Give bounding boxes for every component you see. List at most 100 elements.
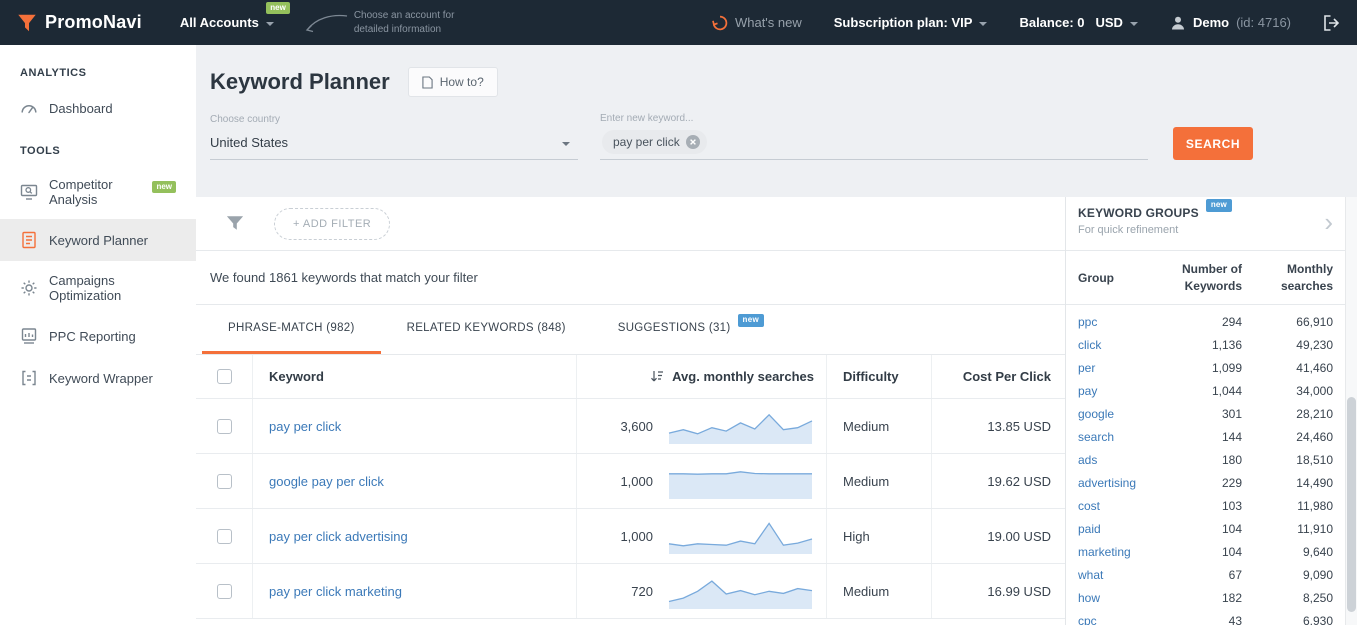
sidebar-item-label: Keyword Planner <box>49 233 148 248</box>
group-row: search 144 24,460 <box>1066 425 1345 448</box>
subscription-dropdown[interactable]: Subscription plan: VIP <box>834 15 988 30</box>
search-button[interactable]: SEARCH <box>1173 127 1253 160</box>
chip-remove-icon[interactable] <box>686 135 700 149</box>
tab-phrase-match[interactable]: PHRASE-MATCH (982) <box>202 305 381 354</box>
group-link[interactable]: ppc <box>1078 315 1154 329</box>
logo[interactable]: PromoNavi <box>16 12 142 34</box>
keyword-link[interactable]: google pay per click <box>269 474 384 489</box>
group-row: paid 104 11,910 <box>1066 517 1345 540</box>
tab-suggestions[interactable]: SUGGESTIONS (31) new <box>592 305 790 354</box>
keyword-link[interactable]: pay per click <box>269 419 341 434</box>
group-link[interactable]: paid <box>1078 522 1154 536</box>
user-menu[interactable]: Demo (id: 4716) <box>1170 15 1291 31</box>
curved-arrow-icon <box>304 12 348 34</box>
group-link[interactable]: ads <box>1078 453 1154 467</box>
sidebar-item-keyword-wrapper[interactable]: Keyword Wrapper <box>0 357 196 399</box>
account-hint-text-2: detailed information <box>354 23 455 37</box>
keyword-groups-header[interactable]: KEYWORD GROUPS new For quick refinement … <box>1066 197 1345 251</box>
select-all-checkbox[interactable] <box>217 369 232 384</box>
whats-new-icon <box>712 15 728 31</box>
account-hint-text-1: Choose an account for <box>354 9 455 23</box>
scrollbar-thumb[interactable] <box>1347 397 1356 612</box>
whats-new-link[interactable]: What's new <box>712 15 802 31</box>
scrollbar[interactable] <box>1345 197 1357 625</box>
sidebar-item-dashboard[interactable]: Dashboard <box>0 87 196 129</box>
country-select[interactable]: Choose country United States <box>210 114 578 160</box>
how-to-button[interactable]: How to? <box>408 67 498 97</box>
group-monthly-searches: 18,510 <box>1242 453 1333 467</box>
column-header-keyword[interactable]: Keyword <box>253 355 577 398</box>
group-keywords-count: 294 <box>1154 315 1242 329</box>
group-keywords-count: 43 <box>1154 614 1242 625</box>
column-header-cpc[interactable]: Cost Per Click <box>932 355 1065 398</box>
add-filter-button[interactable]: + ADD FILTER <box>274 208 390 240</box>
chevron-right-icon[interactable]: › <box>1324 208 1333 234</box>
group-link[interactable]: click <box>1078 338 1154 352</box>
group-monthly-searches: 9,090 <box>1242 568 1333 582</box>
row-checkbox[interactable] <box>217 419 232 434</box>
group-keywords-count: 144 <box>1154 430 1242 444</box>
results-panel: + ADD FILTER We found 1861 keywords that… <box>196 197 1065 625</box>
groups-table-header: Group Number of Keywords Monthly searche… <box>1066 251 1345 305</box>
group-row: cost 103 11,980 <box>1066 494 1345 517</box>
group-link[interactable]: advertising <box>1078 476 1154 490</box>
group-link[interactable]: cost <box>1078 499 1154 513</box>
accounts-label: All Accounts <box>180 15 259 30</box>
group-keywords-count: 103 <box>1154 499 1242 513</box>
keyword-link[interactable]: pay per click marketing <box>269 584 402 599</box>
group-keywords-count: 1,044 <box>1154 384 1242 398</box>
sort-icon[interactable] <box>650 370 664 383</box>
group-link[interactable]: how <box>1078 591 1154 605</box>
logout-button[interactable] <box>1323 15 1341 31</box>
group-link[interactable]: cpc <box>1078 614 1154 625</box>
keyword-input[interactable]: Enter new keyword... pay per click <box>600 113 1148 160</box>
keyword-groups-title: KEYWORD GROUPS <box>1078 206 1199 220</box>
sidebar-item-campaigns-optimization[interactable]: Campaigns Optimization <box>0 261 196 315</box>
keyword-link[interactable]: pay per click advertising <box>269 529 408 544</box>
groups-column-keywords: Number of Keywords <box>1154 261 1242 293</box>
table-row: pay per click 3,600 Medium 13.85 USD <box>196 399 1065 454</box>
row-checkbox[interactable] <box>217 584 232 599</box>
column-header-difficulty[interactable]: Difficulty <box>827 355 932 398</box>
trend-sparkline-chart <box>667 571 814 611</box>
group-monthly-searches: 6,930 <box>1242 614 1333 625</box>
sidebar-item-competitor-analysis[interactable]: Competitor Analysis new <box>0 165 196 219</box>
column-header-searches[interactable]: Avg. monthly searches <box>577 355 827 398</box>
tab-label: RELATED KEYWORDS (848) <box>407 322 566 334</box>
sidebar-item-ppc-reporting[interactable]: PPC Reporting <box>0 315 196 357</box>
group-row: marketing 104 9,640 <box>1066 540 1345 563</box>
trend-sparkline-chart <box>667 461 814 501</box>
table-row: google pay per click 1,000 Medium 19.62 … <box>196 454 1065 509</box>
tab-related-keywords[interactable]: RELATED KEYWORDS (848) <box>381 305 592 354</box>
results-count-bar: We found 1861 keywords that match your f… <box>196 251 1065 305</box>
sidebar-section-analytics: ANALYTICS <box>0 51 196 87</box>
group-keywords-count: 104 <box>1154 522 1242 536</box>
promonavi-logo-icon <box>16 12 38 34</box>
trend-sparkline-chart <box>667 406 814 446</box>
country-selected-value: United States <box>210 135 288 150</box>
group-link[interactable]: google <box>1078 407 1154 421</box>
accounts-dropdown[interactable]: All Accounts new <box>180 15 274 30</box>
dashboard-icon <box>20 99 38 117</box>
app-window: PromoNavi All Accounts new Choose an acc… <box>0 0 1357 625</box>
row-checkbox[interactable] <box>217 529 232 544</box>
group-monthly-searches: 28,210 <box>1242 407 1333 421</box>
groups-column-group: Group <box>1078 271 1154 285</box>
difficulty-value: Medium <box>827 564 932 618</box>
group-link[interactable]: per <box>1078 361 1154 375</box>
column-header-searches-label: Avg. monthly searches <box>672 369 814 384</box>
keyword-chip-text: pay per click <box>613 135 680 149</box>
main-content: Keyword Planner How to? Choose country U… <box>196 45 1357 625</box>
cpc-value: 19.62 USD <box>932 454 1065 508</box>
tab-label: PHRASE-MATCH (982) <box>228 322 355 334</box>
sidebar-item-label: Competitor Analysis <box>49 177 139 207</box>
group-link[interactable]: what <box>1078 568 1154 582</box>
keyword-input-label: Enter new keyword... <box>600 113 1148 124</box>
balance-dropdown[interactable]: Balance: 0 USD <box>1019 15 1138 30</box>
logout-icon <box>1323 15 1341 31</box>
group-link[interactable]: pay <box>1078 384 1154 398</box>
group-link[interactable]: marketing <box>1078 545 1154 559</box>
group-link[interactable]: search <box>1078 430 1154 444</box>
sidebar-item-keyword-planner[interactable]: Keyword Planner <box>0 219 196 261</box>
row-checkbox[interactable] <box>217 474 232 489</box>
